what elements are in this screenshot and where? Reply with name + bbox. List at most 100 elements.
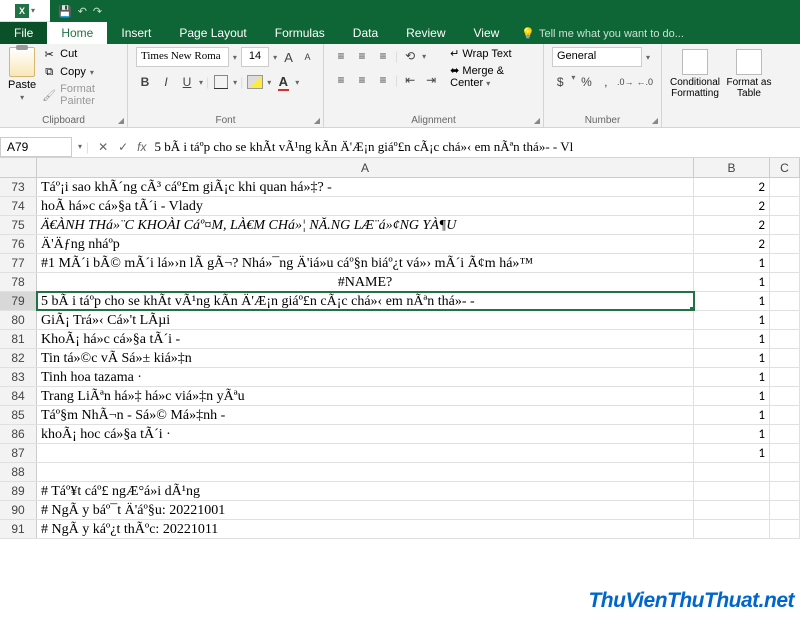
cell[interactable] [694,463,770,481]
align-center-icon[interactable]: ≡ [353,71,371,89]
increase-decimal-icon[interactable]: .0→ [617,73,634,91]
cell[interactable]: 1 [694,254,770,272]
cell[interactable]: #1 MÃ´i bÃ© mÃ´i lá»›n lÃ gÃ¬? Nhá»¯ng Ä… [37,254,694,272]
align-middle-icon[interactable]: ≡ [353,47,371,65]
tab-insert[interactable]: Insert [107,22,165,44]
cell[interactable]: 2 [694,178,770,196]
fill-color-button[interactable] [246,73,264,91]
align-bottom-icon[interactable]: ≡ [374,47,392,65]
cell[interactable]: 2 [694,235,770,253]
cell[interactable]: 1 [694,311,770,329]
cell[interactable]: 1 [694,368,770,386]
tab-formulas[interactable]: Formulas [261,22,339,44]
border-button[interactable] [212,73,230,91]
cell[interactable]: hoÃ há»c cá»§a tÃ´i - Vlady [37,197,694,215]
row-header[interactable]: 88 [0,463,37,481]
percent-icon[interactable]: % [578,73,594,91]
tab-page-layout[interactable]: Page Layout [165,22,260,44]
cell[interactable]: khoÃ¡ hoc cá»§a tÃ´i · [37,425,694,443]
cell[interactable]: 1 [694,273,770,291]
cell[interactable]: 1 [694,330,770,348]
formula-input[interactable]: 5 bÃ i táº­p cho se khÃ­t vÃ¹ng kÃ­n Ä'Æ… [150,137,800,157]
cell[interactable] [694,501,770,519]
cell[interactable] [770,387,800,405]
alignment-launcher-icon[interactable]: ◢ [534,116,540,125]
decrease-indent-icon[interactable]: ⇤ [401,71,419,89]
paste-button[interactable]: Paste ▾ [8,47,36,107]
cell[interactable]: 2 [694,216,770,234]
tab-file[interactable]: File [0,22,47,44]
cell[interactable] [770,520,800,538]
cell[interactable]: GiÃ¡ Trá»‹ Cá»'t LÃµi [37,311,694,329]
cell[interactable] [770,425,800,443]
increase-indent-icon[interactable]: ⇥ [422,71,440,89]
italic-button[interactable]: I [157,73,175,91]
row-header[interactable]: 91 [0,520,37,538]
cell[interactable]: Tinh hoa tazama · [37,368,694,386]
cell[interactable] [770,197,800,215]
orientation-icon[interactable]: ⟲ [401,47,419,65]
cell[interactable] [770,235,800,253]
comma-icon[interactable]: , [598,73,614,91]
cell[interactable] [37,444,694,462]
cell[interactable] [770,406,800,424]
cell[interactable]: 1 [694,425,770,443]
select-all-button[interactable] [0,158,37,177]
cell[interactable] [37,463,694,481]
cancel-formula-icon[interactable]: ✕ [93,140,113,154]
row-header[interactable]: 86 [0,425,37,443]
row-header[interactable]: 84 [0,387,37,405]
cell[interactable] [770,368,800,386]
decrease-decimal-icon[interactable]: ←.0 [636,73,653,91]
cell[interactable]: Táº¡i sao khÃ´ng cÃ³ cáº£m giÃ¡c khi qua… [37,178,694,196]
cell[interactable]: #NAME? [37,273,694,291]
enter-formula-icon[interactable]: ✓ [113,140,133,154]
currency-icon[interactable]: $ [552,73,568,91]
cell[interactable]: # Táº¥t cáº£ ngÆ°á»i dÃ¹ng [37,482,694,500]
row-header[interactable]: 73 [0,178,37,196]
row-header[interactable]: 77 [0,254,37,272]
row-header[interactable]: 79 [0,292,37,310]
cell[interactable]: Trang LiÃªn há»‡ há»c viá»‡n yÃªu [37,387,694,405]
bold-button[interactable]: B [136,73,154,91]
row-header[interactable]: 74 [0,197,37,215]
col-header-B[interactable]: B [694,158,770,177]
decrease-font-icon[interactable]: A [300,48,315,66]
qat-arrow-icon[interactable]: ▾ [31,6,35,15]
row-header[interactable]: 83 [0,368,37,386]
tab-view[interactable]: View [460,22,514,44]
conditional-formatting-button[interactable]: Conditional Formatting [670,49,720,99]
format-as-table-button[interactable]: Format as Table [724,49,774,99]
cell[interactable]: KhoÃ¡ há»c cá»§a tÃ´i - [37,330,694,348]
font-name-select[interactable]: Times New Roma [136,47,229,67]
tab-data[interactable]: Data [339,22,392,44]
clipboard-launcher-icon[interactable]: ◢ [118,116,124,125]
cell[interactable]: Tin tá»©c vÃ Sá»± kiá»‡n [37,349,694,367]
font-launcher-icon[interactable]: ◢ [314,116,320,125]
save-icon[interactable]: 💾 [58,5,72,18]
row-header[interactable]: 78 [0,273,37,291]
row-header[interactable]: 85 [0,406,37,424]
tell-me-search[interactable]: 💡 Tell me what you want to do... [513,23,692,44]
format-painter-button[interactable]: 🖌Format Painter [42,83,119,107]
cell[interactable]: Táº§m NhÃ¬n - Sá»© Má»‡nh - [37,406,694,424]
cut-button[interactable]: ✂Cut [42,47,119,61]
row-header[interactable]: 76 [0,235,37,253]
row-header[interactable]: 89 [0,482,37,500]
copy-button[interactable]: ⧉Copy▾ [42,65,119,79]
row-header[interactable]: 75 [0,216,37,234]
number-format-select[interactable]: General [552,47,642,67]
cell[interactable]: 1 [694,292,770,310]
cell[interactable]: # NgÃ y báº¯t Ä'áº§u: 20221001 [37,501,694,519]
increase-font-icon[interactable]: A [281,48,296,66]
tab-review[interactable]: Review [392,22,459,44]
cell[interactable]: 1 [694,444,770,462]
underline-button[interactable]: U [178,73,196,91]
fx-icon[interactable]: fx [133,140,150,154]
cell[interactable]: 1 [694,349,770,367]
cell[interactable] [770,349,800,367]
number-launcher-icon[interactable]: ◢ [652,116,658,125]
cell[interactable] [770,254,800,272]
col-header-A[interactable]: A [37,158,694,177]
cell[interactable] [770,482,800,500]
